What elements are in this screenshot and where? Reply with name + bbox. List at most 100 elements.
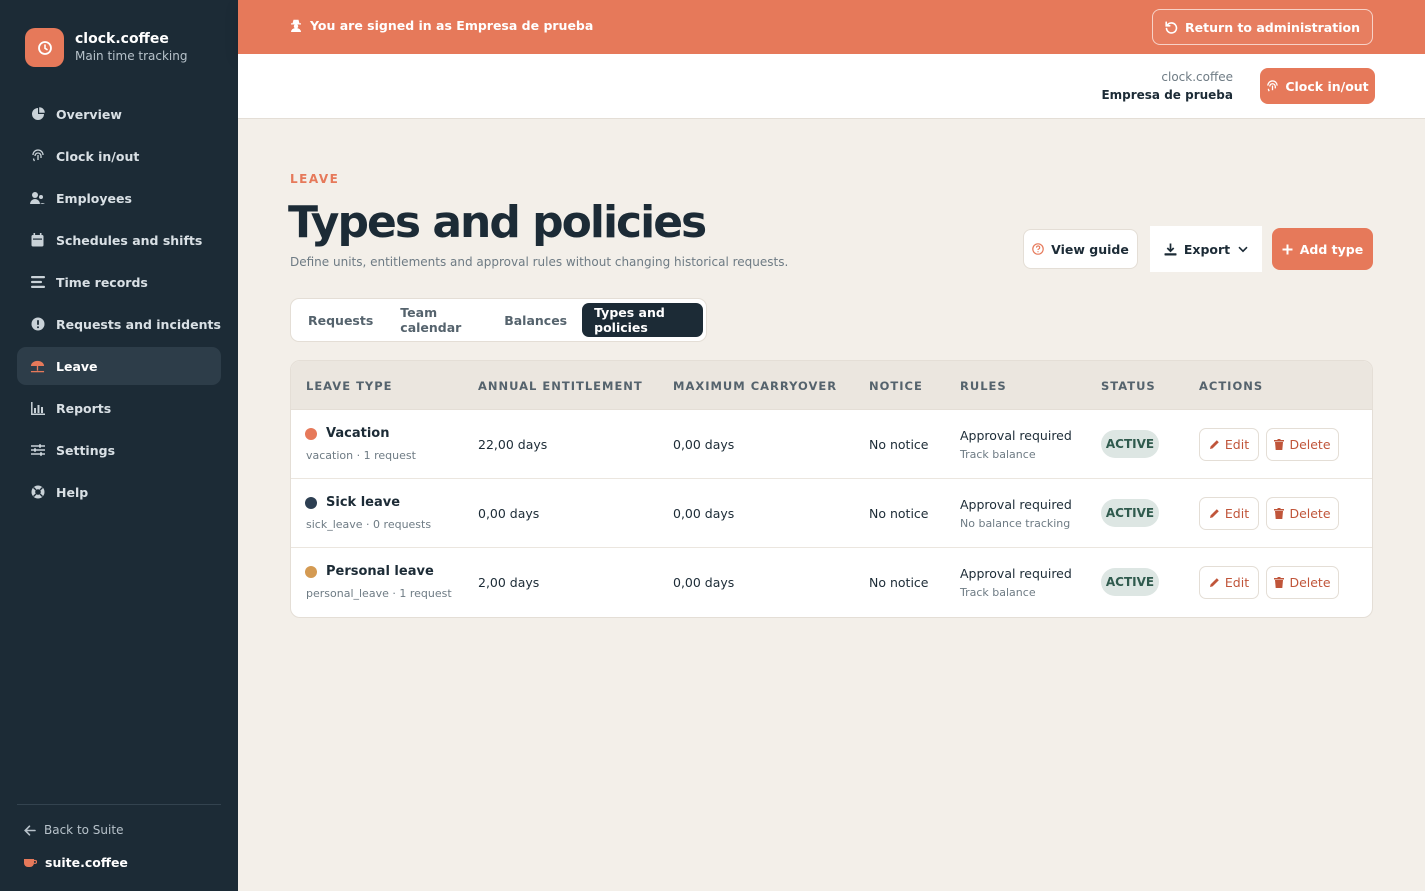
- sidebar-item-label: Time records: [56, 274, 148, 290]
- sidebar-item-help[interactable]: Help: [17, 473, 221, 511]
- banner-text: You are signed in as Empresa de prueba: [310, 18, 594, 33]
- pencil-icon: [1209, 509, 1219, 518]
- sidebar-item-label: Requests and incidents: [56, 316, 221, 332]
- edit-button[interactable]: Edit: [1199, 428, 1259, 461]
- sidebar-item-label: Reports: [56, 400, 112, 416]
- annual-entitlement: 2,00 days: [478, 575, 540, 590]
- users-icon: [30, 191, 45, 206]
- sidebar-item-leave[interactable]: Leave: [17, 347, 221, 385]
- tab-balances[interactable]: Balances: [492, 303, 579, 337]
- status-badge: ACTIVE: [1101, 430, 1159, 458]
- brand[interactable]: clock.coffee Main time tracking: [25, 28, 187, 67]
- trash-icon: [1274, 577, 1285, 588]
- plus-icon: [1282, 244, 1293, 254]
- delete-button[interactable]: Delete: [1266, 566, 1339, 599]
- rule-balance: Track balance: [960, 586, 1036, 599]
- delete-label: Delete: [1289, 575, 1331, 590]
- back-to-suite-link[interactable]: Back to Suite: [24, 823, 123, 837]
- undo-icon: [1165, 20, 1178, 34]
- chevron-down-icon: [1238, 246, 1248, 253]
- sidebar-item-clock[interactable]: Clock in/out: [17, 137, 221, 175]
- brand-name: clock.coffee: [75, 31, 169, 47]
- notice: No notice: [869, 437, 929, 452]
- export-label: Export: [1183, 241, 1231, 257]
- sidebar-item-schedules[interactable]: Schedules and shifts: [17, 221, 221, 259]
- tab-team-calendar[interactable]: Team calendar: [388, 303, 489, 337]
- fingerprint-icon: [30, 149, 45, 164]
- back-to-suite-label: Back to Suite: [44, 823, 124, 837]
- sidebar-item-label: Help: [56, 484, 89, 500]
- status-badge: ACTIVE: [1101, 499, 1159, 527]
- column-header-annual-entitlement: ANNUAL ENTITLEMENT: [478, 379, 643, 393]
- delete-button[interactable]: Delete: [1266, 428, 1339, 461]
- download-icon: [1164, 243, 1177, 256]
- suite-label: suite.coffee: [45, 855, 128, 870]
- notice: No notice: [869, 506, 929, 521]
- leave-color-dot: [305, 428, 317, 440]
- leave-type-name: Vacation: [326, 426, 390, 441]
- delete-button[interactable]: Delete: [1266, 497, 1339, 530]
- sidebar-item-label: Employees: [56, 190, 132, 206]
- pencil-icon: [1209, 440, 1219, 449]
- add-type-label: Add type: [1299, 241, 1364, 257]
- clock-in-out-button[interactable]: Clock in/out: [1260, 68, 1375, 104]
- leave-color-dot: [305, 497, 317, 509]
- tab-requests[interactable]: Requests: [296, 303, 385, 337]
- edit-label: Edit: [1224, 437, 1250, 452]
- user-secret-icon: [291, 19, 301, 32]
- page-title: Types and policies: [288, 197, 707, 248]
- column-header-notice: NOTICE: [869, 379, 923, 393]
- rule-balance: Track balance: [960, 448, 1036, 461]
- sidebar-item-label: Leave: [56, 358, 98, 374]
- sliders-icon: [30, 443, 45, 458]
- maximum-carryover: 0,00 days: [673, 437, 735, 452]
- pencil-icon: [1209, 578, 1219, 587]
- table-row: Sick leave sick_leave · 0 requests 0,00 …: [291, 479, 1372, 548]
- calendar-icon: [30, 233, 45, 248]
- fingerprint-icon: [1267, 79, 1279, 92]
- edit-label: Edit: [1224, 575, 1250, 590]
- edit-button[interactable]: Edit: [1199, 497, 1259, 530]
- column-header-status: STATUS: [1101, 379, 1156, 393]
- notice: No notice: [869, 575, 929, 590]
- add-type-button[interactable]: Add type: [1272, 228, 1373, 270]
- sidebar-item-settings[interactable]: Settings: [17, 431, 221, 469]
- view-guide-button[interactable]: View guide: [1023, 229, 1138, 269]
- table-row: Personal leave personal_leave · 1 reques…: [291, 548, 1372, 617]
- coffee-cup-icon: [24, 859, 37, 867]
- sidebar-item-time-records[interactable]: Time records: [17, 263, 221, 301]
- maximum-carryover: 0,00 days: [673, 575, 735, 590]
- edit-button[interactable]: Edit: [1199, 566, 1259, 599]
- sidebar-item-label: Overview: [56, 106, 122, 122]
- return-to-administration-button[interactable]: Return to administration: [1152, 9, 1373, 45]
- rule-approval: Approval required: [960, 428, 1072, 443]
- suite-brand[interactable]: suite.coffee: [24, 855, 128, 870]
- bar-chart-icon: [30, 401, 45, 416]
- brand-subtitle: Main time tracking: [75, 49, 188, 63]
- list-icon: [30, 275, 45, 290]
- sidebar-divider: [17, 804, 221, 805]
- column-header-leave-type: LEAVE TYPE: [306, 379, 393, 393]
- sidebar-item-requests[interactable]: Requests and incidents: [17, 305, 221, 343]
- sidebar-item-employees[interactable]: Employees: [17, 179, 221, 217]
- tab-types-and-policies[interactable]: Types and policies: [582, 303, 703, 337]
- leave-type-meta: personal_leave · 1 request: [306, 587, 452, 600]
- sidebar-item-reports[interactable]: Reports: [17, 389, 221, 427]
- arrow-left-icon: [24, 824, 36, 836]
- help-circle-icon: [30, 485, 45, 500]
- impersonation-banner: You are signed in as Empresa de prueba R…: [238, 0, 1425, 54]
- sidebar-item-label: Clock in/out: [56, 148, 140, 164]
- column-header-maximum-carryover: MAXIMUM CARRYOVER: [673, 379, 838, 393]
- rule-approval: Approval required: [960, 497, 1072, 512]
- edit-label: Edit: [1224, 506, 1250, 521]
- delete-label: Delete: [1289, 506, 1331, 521]
- rule-balance: No balance tracking: [960, 517, 1071, 530]
- delete-label: Delete: [1289, 437, 1331, 452]
- column-header-rules: RULES: [960, 379, 1007, 393]
- sidebar-item-label: Settings: [56, 442, 116, 458]
- table-row: Vacation vacation · 1 request 22,00 days…: [291, 410, 1372, 479]
- leave-type-meta: vacation · 1 request: [306, 449, 416, 462]
- sidebar-item-overview[interactable]: Overview: [17, 95, 221, 133]
- status-badge: ACTIVE: [1101, 568, 1159, 596]
- export-dropdown-button[interactable]: Export: [1150, 226, 1262, 272]
